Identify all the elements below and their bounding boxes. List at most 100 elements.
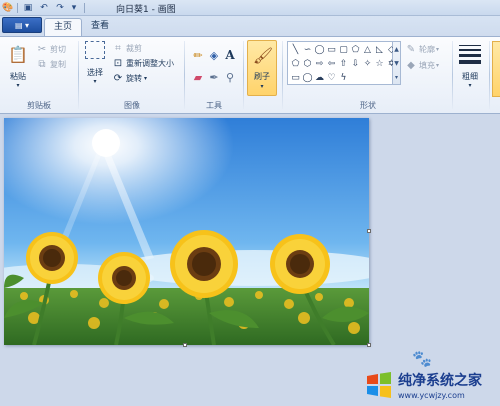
paint-app-icon[interactable]: 🎨 [2,2,14,14]
separator [84,3,85,13]
size-label: 粗细 [462,72,478,81]
triangle-shape-icon[interactable]: △ [362,43,373,57]
color-picker-icon[interactable]: ✒ [206,69,222,85]
outline-icon: ✎ [406,43,416,55]
oval-callout-icon[interactable]: ◯ [302,71,313,85]
size-button[interactable]: 粗细 ▾ [456,41,484,89]
select-label: 选择 [87,68,103,77]
select-button[interactable]: 选择 ▾ [82,41,108,85]
tab-home[interactable]: 主页 [44,18,82,36]
scissors-icon: ✂ [37,43,47,55]
up-arrow-shape-icon[interactable]: ⇧ [338,57,349,71]
canvas-resize-handle-right[interactable] [367,229,371,233]
rotate-icon: ⟳ [113,72,123,84]
group-separator [184,41,185,109]
shapes-gallery[interactable]: ╲ ∽ ◯ ▭ ▢ ⬠ △ ◺ ◇ ⬠ ⬡ ⇨ ⇦ ⇧ ⇩ ✧ ☆ ✡ ▭ ◯ … [287,41,395,85]
four-point-star-icon[interactable]: ✧ [362,57,373,71]
resize-icon: ⊡ [113,57,123,69]
shapes-group-label: 形状 [360,101,376,110]
fill-bucket-icon[interactable]: ◈ [206,47,222,63]
crop-icon: ⌗ [115,42,121,54]
pentagon-shape-icon[interactable]: ⬠ [290,57,301,71]
shapes-gallery-scroll[interactable]: ▲ ▼ ▾ [393,41,401,85]
chevron-down-icon: ▾ [260,83,264,90]
group-separator [243,41,244,109]
magnifier-icon[interactable]: ⚲ [222,69,238,85]
cut-button[interactable]: ✂ 剪切 [36,43,66,55]
ribbon: 📋 粘贴 ▾ ✂ 剪切 ⧉ 复制 剪贴板 选择 ▾ ⌗ 裁剪 ⊡ 重新调整大小 [0,36,500,114]
tools-group-label: 工具 [206,101,222,110]
line-shape-icon[interactable]: ╲ [290,43,301,57]
chevron-down-icon: ▾ [436,45,440,53]
hexagon-shape-icon[interactable]: ⬡ [302,57,313,71]
menu-icon: ▤ ▾ [14,20,30,30]
copy-button[interactable]: ⧉ 复制 [36,58,66,70]
site-watermark: 纯净系统之家 www.ycwjzy.com [364,366,498,404]
cut-label: 剪切 [50,44,66,54]
paste-label: 粘贴 [10,72,26,81]
undo-icon[interactable]: ↶ [38,2,50,14]
outline-button[interactable]: ✎ 轮廓 ▾ [405,43,439,55]
chevron-down-icon: ▾ [16,82,20,89]
right-triangle-shape-icon[interactable]: ◺ [374,43,385,57]
down-arrow-shape-icon[interactable]: ⇩ [350,57,361,71]
fill-button[interactable]: ◆ 填充 ▾ [405,59,439,71]
paste-button[interactable]: 📋 粘贴 ▾ [4,41,32,90]
copy-label: 复制 [50,59,66,69]
resize-button[interactable]: ⊡ 重新调整大小 [112,57,174,69]
lightning-shape-icon[interactable]: ϟ [338,71,349,85]
customize-toolbar-icon[interactable]: ▾ [68,2,80,14]
rotate-label: 旋转 [126,73,142,83]
text-tool-icon[interactable]: A [222,47,238,63]
canvas-resize-handle-corner[interactable] [367,343,371,347]
ribbon-tab-row: ▤ ▾ 主页 查看 [0,16,500,36]
five-point-star-icon[interactable]: ☆ [374,57,385,71]
redo-icon[interactable]: ↷ [54,2,66,14]
oval-shape-icon[interactable]: ◯ [314,43,325,57]
chevron-down-icon: ▾ [144,74,148,82]
watermark-title: 纯净系统之家 [398,373,482,389]
rectangle-shape-icon[interactable]: ▭ [326,43,337,57]
drawing-canvas[interactable] [4,118,369,345]
chevron-down-icon: ▾ [468,82,472,89]
left-arrow-shape-icon[interactable]: ⇦ [326,57,337,71]
sunflower-image [4,118,369,345]
fill-icon: ◆ [407,59,415,71]
expand-gallery-icon[interactable]: ▾ [395,74,398,81]
clipboard-group: 📋 粘贴 ▾ ✂ 剪切 ⧉ 复制 剪贴板 [0,37,78,113]
clipboard-group-label: 剪贴板 [27,101,51,110]
rounded-rectangle-shape-icon[interactable]: ▢ [338,43,349,57]
chevron-down-icon: ▾ [93,78,97,85]
image-group: 选择 ▾ ⌗ 裁剪 ⊡ 重新调整大小 ⟳ 旋转 ▾ 图像 [80,37,184,113]
canvas-resize-handle-bottom[interactable] [183,343,187,347]
pencil-icon[interactable]: ✏ [190,47,206,63]
brush-icon: 🖌 [252,45,274,65]
group-separator [282,41,283,109]
polygon-shape-icon[interactable]: ⬠ [350,43,361,57]
save-icon[interactable]: ▣ [22,2,34,14]
curve-shape-icon[interactable]: ∽ [302,43,313,57]
brushes-label: 刷子 [254,72,270,81]
scroll-up-icon[interactable]: ▲ [394,46,399,53]
right-arrow-shape-icon[interactable]: ⇨ [314,57,325,71]
crop-button[interactable]: ⌗ 裁剪 [112,42,142,54]
group-separator [489,41,490,109]
canvas-workspace: 🐾 纯净系统之家 www.ycwjzy.com [0,115,500,406]
brushes-button[interactable]: 🖌 刷子 ▾ [247,40,277,96]
group-separator [78,41,79,109]
copy-icon: ⧉ [38,58,46,70]
heart-shape-icon[interactable]: ♡ [326,71,337,85]
resize-label: 重新调整大小 [126,58,174,68]
image-group-label: 图像 [124,101,140,110]
clipboard-icon: 📋 [8,44,28,64]
window-title: 向日葵1 - 画图 [116,5,176,15]
scroll-down-icon[interactable]: ▼ [394,60,399,67]
rounded-callout-icon[interactable]: ▭ [290,71,301,85]
rotate-button[interactable]: ⟳ 旋转 ▾ [112,72,147,84]
outline-label: 轮廓 [419,44,435,54]
paint-menu-button[interactable]: ▤ ▾ [2,17,42,33]
cloud-callout-icon[interactable]: ☁ [314,71,325,85]
eraser-icon[interactable]: ▰ [190,69,206,85]
tab-view[interactable]: 查看 [84,18,116,36]
color1-button[interactable] [492,41,500,97]
